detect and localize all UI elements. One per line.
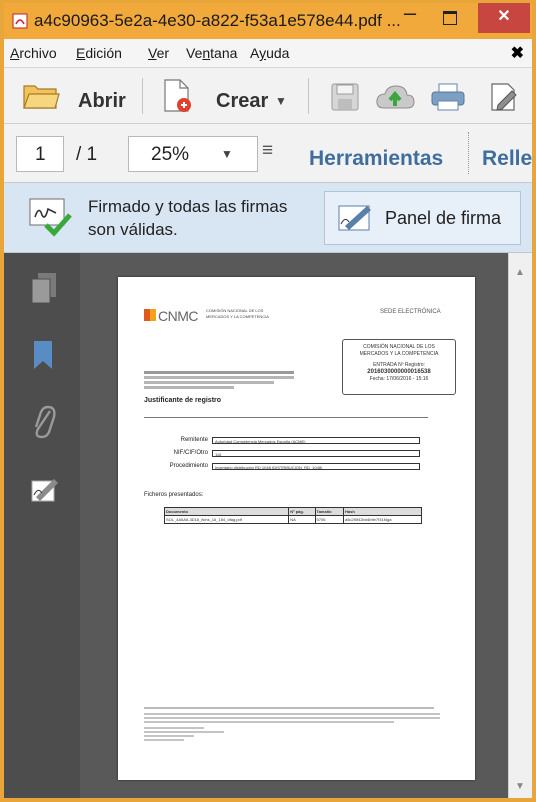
pdf-app-icon	[12, 13, 28, 29]
table-cell: a5c2f0f42bd4b9e7f31f4ga	[342, 515, 423, 524]
stamp-registry-number: 2016030000000016538	[367, 369, 431, 375]
page-number-input[interactable]: 1	[16, 136, 64, 172]
scroll-down-arrow[interactable]: ▼	[515, 781, 525, 792]
signatures-icon[interactable]	[30, 477, 60, 505]
toolbar-divider	[468, 132, 470, 174]
field-value-remitente: Autoridad Competencia Mercados España (A…	[212, 437, 420, 444]
create-pdf-icon	[164, 79, 191, 112]
edit-pdf-icon[interactable]	[488, 81, 520, 113]
close-document-button[interactable]: ✖	[511, 43, 524, 63]
signature-status-text: Firmado y todas las firmas son válidas.	[88, 197, 288, 239]
table-row: SOL_4A5A5-3D16_fichs_16_154_dfag.pdf NA …	[163, 515, 423, 524]
tools-pane-button[interactable]: Herramientas	[309, 147, 443, 171]
menu-edicion[interactable]: Edición	[76, 45, 122, 61]
table-header: Hash	[342, 507, 423, 516]
open-button[interactable]: Abrir	[14, 72, 132, 118]
table-cell: NA	[288, 515, 316, 524]
signature-pen-icon	[338, 205, 371, 231]
field-label-procedimiento: Procedimiento	[169, 463, 208, 469]
page-thumbnails-icon[interactable]	[30, 271, 58, 305]
print-icon[interactable]	[430, 82, 466, 112]
menu-ayuda[interactable]: Ayuda	[250, 45, 289, 61]
maximize-icon	[443, 11, 457, 25]
document-title: Justificante de registro	[144, 397, 222, 404]
document-viewer[interactable]: CNMC COMISIÓN NACIONAL DE LOS MERCADOS Y…	[80, 253, 508, 798]
navigation-toolbar: 1 / 1 25% ▼ ≡ Herramientas Relle	[4, 124, 532, 183]
toolbar-divider	[142, 78, 143, 114]
field-value-nif: 116	[212, 450, 420, 457]
table-header: Documento	[163, 507, 290, 516]
legal-footer	[144, 707, 444, 741]
cnmc-logo: CNMC COMISIÓN NACIONAL DE LOS MERCADOS Y…	[144, 307, 269, 324]
files-section-title: Ficheros presentados:	[144, 492, 204, 498]
table-cell: SOL_4A5A5-3D16_fichs_16_154_dfag.pdf	[163, 515, 290, 524]
app-window: a4c90963-5e2a-4e30-a822-f53a1e578e44.pdf…	[4, 3, 532, 798]
folder-icon	[23, 85, 60, 109]
table-cell: 5706	[314, 515, 344, 524]
stamp-date: Fecha: 17/06/2016 - 15:16	[369, 376, 429, 382]
cloud-upload-icon[interactable]	[374, 82, 416, 112]
window-title: a4c90963-5e2a-4e30-a822-f53a1e578e44.pdf…	[34, 11, 401, 30]
pdf-page: CNMC COMISIÓN NACIONAL DE LOS MERCADOS Y…	[118, 277, 475, 780]
menu-ver[interactable]: Ver	[148, 45, 169, 61]
page-total: / 1	[76, 144, 98, 165]
zoom-select[interactable]: 25% ▼	[128, 136, 258, 172]
registry-stamp: COMISIÓN NACIONAL DE LOS MERCADOS Y LA C…	[342, 339, 456, 395]
fit-page-icon[interactable]: ≡	[262, 140, 273, 162]
bookmarks-icon[interactable]	[30, 339, 58, 373]
table-header: Tamaño	[314, 507, 344, 516]
maximize-button[interactable]	[430, 3, 470, 33]
zoom-value: 25%	[151, 144, 190, 165]
stamp-entry-label: ENTRADA Nº Registro:	[373, 362, 425, 368]
title-divider	[144, 417, 428, 418]
field-label-remitente: Remitente	[180, 437, 208, 443]
attachments-icon[interactable]	[30, 403, 58, 441]
menu-archivo[interactable]: Archivo	[10, 45, 57, 61]
save-icon[interactable]	[330, 82, 360, 112]
menu-bar: Archivo Edición Ver Ventana Ayuda ✖	[4, 39, 532, 68]
toolbar-divider	[308, 78, 309, 114]
left-navigation-pane	[4, 253, 80, 798]
table-header: Nº pág.	[288, 507, 316, 516]
current-page-value: 1	[35, 144, 46, 165]
create-label: Crear	[216, 90, 269, 112]
signature-valid-icon	[29, 198, 72, 237]
field-label-nif: NIF/CIF/Otro	[173, 450, 208, 456]
signature-status-bar: Firmado y todas las firmas son válidas. …	[4, 183, 532, 253]
recipient-block	[144, 371, 314, 389]
files-table: Documento Nº pág. Tamaño Hash SOL_4A5A5-…	[163, 507, 423, 524]
fill-sign-pane-button[interactable]: Relle	[482, 147, 532, 171]
create-button[interactable]: Crear ▼	[152, 72, 292, 118]
signature-panel-label: Panel de firma	[385, 208, 502, 228]
svg-text:CNMC: CNMC	[158, 308, 198, 323]
close-window-button[interactable]: ✕	[478, 3, 530, 33]
menu-ventana[interactable]: Ventana	[186, 45, 237, 61]
title-bar: a4c90963-5e2a-4e30-a822-f53a1e578e44.pdf…	[4, 3, 532, 39]
open-label: Abrir	[78, 90, 126, 112]
field-value-procedimiento: Inventario distribución RD 1048 (DISTRIB…	[212, 463, 420, 470]
create-dropdown-arrow: ▼	[275, 94, 287, 108]
org-name-line2: MERCADOS Y LA COMPETENCIA	[206, 314, 269, 319]
main-toolbar: Abrir Crear ▼	[4, 68, 532, 124]
vertical-scrollbar[interactable]: ▲ ▼	[508, 253, 532, 798]
minimize-button[interactable]: –	[390, 3, 430, 33]
sede-electronica-label: SEDE ELECTRÓNICA	[380, 309, 441, 315]
stamp-org-line2: MERCADOS Y LA COMPETENCIA	[359, 351, 439, 357]
zoom-dropdown-arrow[interactable]: ▼	[221, 147, 233, 161]
signature-panel-button[interactable]: Panel de firma	[324, 191, 521, 245]
scroll-up-arrow[interactable]: ▲	[515, 267, 525, 278]
stamp-org-line1: COMISIÓN NACIONAL DE LOS	[363, 344, 435, 350]
